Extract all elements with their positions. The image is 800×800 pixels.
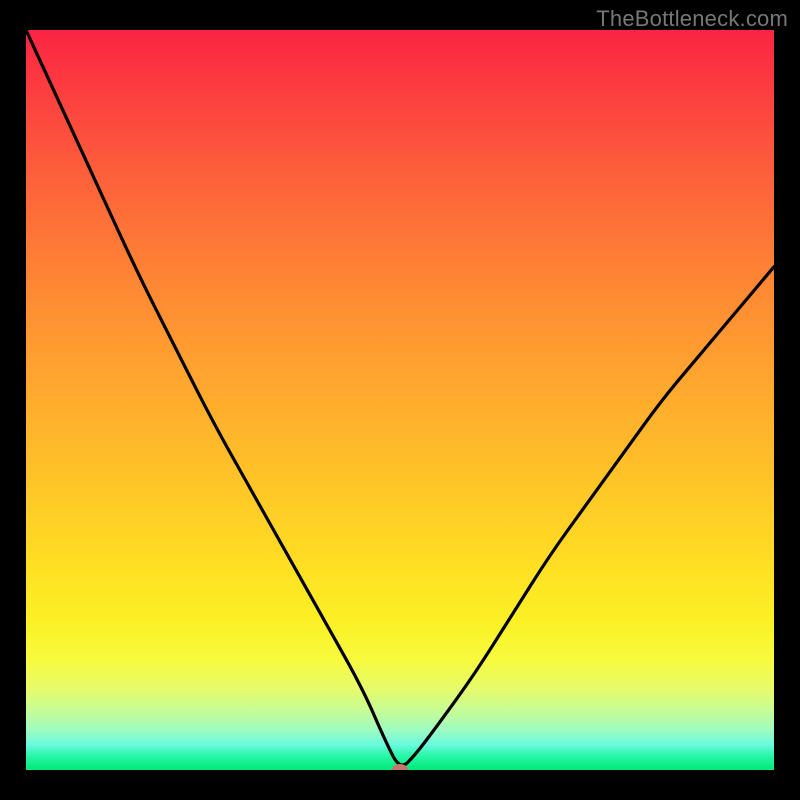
watermark-text: TheBottleneck.com	[596, 6, 788, 32]
chart-frame: TheBottleneck.com	[0, 0, 800, 800]
background-gradient	[26, 30, 774, 770]
plot-area	[26, 30, 774, 770]
